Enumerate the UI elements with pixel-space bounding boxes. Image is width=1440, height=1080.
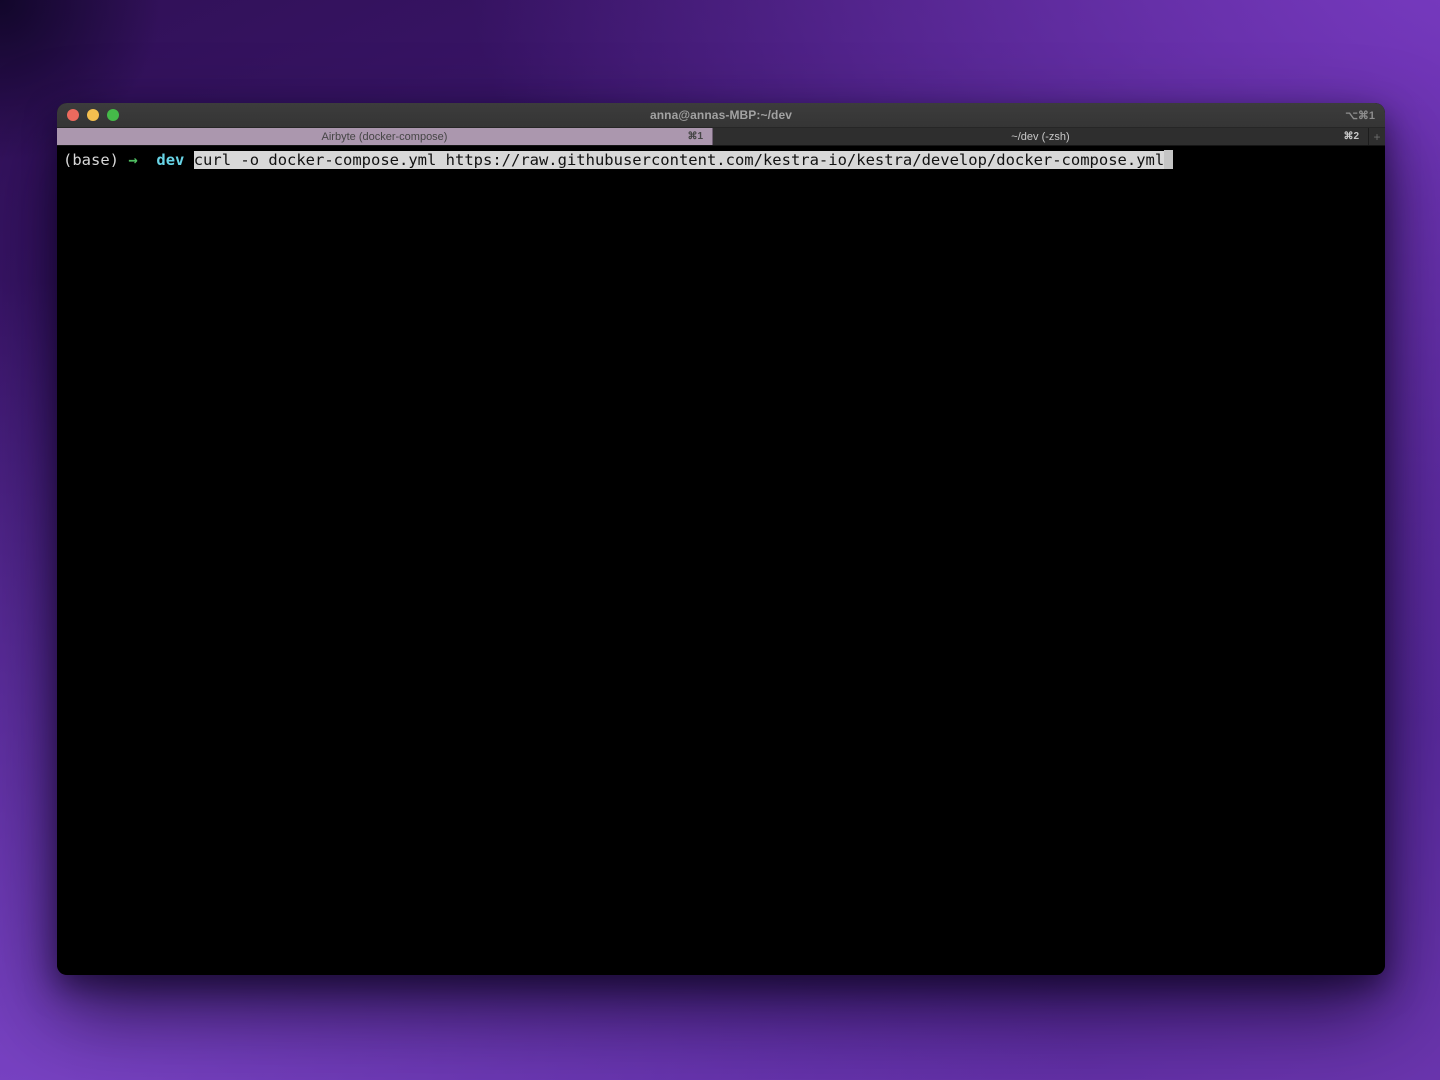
window-titlebar[interactable]: anna@annas-MBP:~/dev ⌥⌘1	[57, 103, 1385, 128]
window-title: anna@annas-MBP:~/dev	[57, 103, 1385, 127]
tab-bar: Airbyte (docker-compose) ⌘1 ~/dev (-zsh)…	[57, 128, 1385, 146]
terminal-content[interactable]: (base) → dev curl -o docker-compose.yml …	[57, 146, 1385, 974]
terminal-cursor	[1164, 150, 1173, 169]
tab-airbyte-docker-compose[interactable]: Airbyte (docker-compose) ⌘1	[57, 128, 713, 145]
terminal-window: anna@annas-MBP:~/dev ⌥⌘1 Airbyte (docker…	[57, 103, 1385, 975]
prompt-line: (base) → dev curl -o docker-compose.yml …	[63, 149, 1385, 172]
prompt-directory: dev	[156, 151, 184, 169]
desktop-background: anna@annas-MBP:~/dev ⌥⌘1 Airbyte (docker…	[0, 0, 1440, 1080]
tab-label: ~/dev (-zsh)	[1011, 131, 1069, 143]
command-input-text: curl -o docker-compose.yml https://raw.g…	[194, 151, 1165, 169]
prompt-conda-env: (base)	[63, 151, 119, 169]
window-shortcut-hint: ⌥⌘1	[1345, 103, 1375, 127]
new-tab-button[interactable]: +	[1369, 128, 1385, 145]
tab-shortcut-hint: ⌘1	[687, 128, 703, 145]
tab-dev-zsh[interactable]: ~/dev (-zsh) ⌘2	[713, 128, 1369, 145]
tab-label: Airbyte (docker-compose)	[322, 131, 448, 143]
prompt-arrow: →	[128, 151, 137, 169]
tab-shortcut-hint: ⌘2	[1343, 128, 1359, 145]
